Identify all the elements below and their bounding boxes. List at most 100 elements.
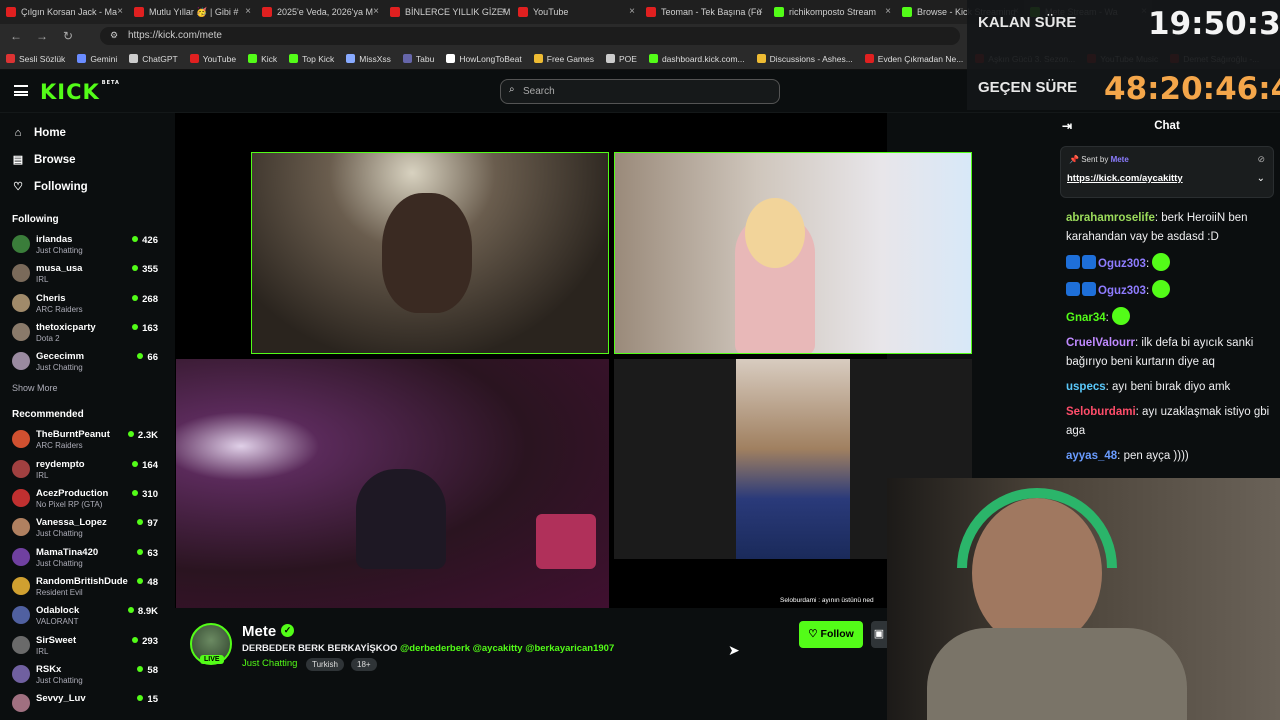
unpin-icon[interactable]: ⊘ [1257, 154, 1265, 165]
channel-item[interactable]: SirSweet IRL 293 [0, 632, 170, 661]
browser-tab[interactable]: Çılgın Korsan Jack - Ma × [0, 0, 128, 24]
tag-18plus[interactable]: 18+ [351, 658, 377, 671]
bookmark-item[interactable]: YouTube [189, 53, 237, 64]
sidebar: ⌂ Home ▤ Browse ♡ Following Following irlanda… [0, 113, 170, 720]
back-icon[interactable]: ← [6, 29, 26, 43]
pinned-message[interactable]: 📌 Sent by Mete ⊘ https://kick.com/aycaki… [1060, 146, 1274, 198]
viewer-count: 2.3K [128, 430, 158, 441]
browser-tab[interactable]: 2025'e Veda, 2026'ya M × [256, 0, 384, 24]
bookmark-item[interactable]: Top Kick [289, 54, 334, 64]
follow-label: Follow [820, 628, 854, 640]
bookmark-label: YouTube [202, 53, 237, 64]
browser-tab[interactable]: richikomposto Stream × [768, 0, 896, 24]
sidebar-item-label: Following [34, 180, 88, 193]
bookmark-item[interactable]: MissXss [346, 54, 391, 64]
bookmark-icon [248, 54, 258, 63]
gift-button[interactable]: ▣ [871, 621, 887, 648]
stream-title-mentions[interactable]: @derbederberk @aycakitty @berkayarican19… [400, 643, 614, 654]
forward-icon[interactable]: → [32, 29, 52, 43]
channel-item[interactable]: Sevvy_Luv 15 [0, 690, 170, 719]
channel-item[interactable]: thetoxicparty Dota 2 163 [0, 319, 170, 348]
close-icon[interactable]: × [629, 6, 635, 17]
channel-avatar [12, 694, 30, 713]
channel-item[interactable]: reydempto IRL 164 [0, 456, 170, 485]
bookmark-item[interactable]: POE [606, 54, 637, 64]
bookmark-label: dashboard.kick.com... [661, 53, 745, 64]
channel-item[interactable]: MamaTina420 Just Chatting 63 [0, 544, 170, 573]
bookmark-item[interactable]: Sesli Sözlük [6, 54, 65, 64]
close-icon[interactable]: × [501, 6, 507, 17]
close-icon[interactable]: × [757, 6, 763, 17]
chat-username[interactable]: CruelValourr [1066, 337, 1135, 349]
channel-item[interactable]: Vanessa_Lopez Just Chatting 97 [0, 514, 170, 543]
video-tile-top-right [614, 152, 972, 354]
chat-message: CruelValourr: ilk defa bi ayıcık sanki b… [1066, 334, 1272, 372]
channel-item[interactable]: Gececimm Just Chatting 66 [0, 348, 170, 377]
browser-tab[interactable]: Teoman - Tek Başına (Fu × [640, 0, 768, 24]
channel-item[interactable]: Cheris ARC Raiders 268 [0, 290, 170, 319]
sidebar-item-label: Browse [34, 153, 76, 166]
kick-logo[interactable]: KICK BETA [40, 80, 120, 104]
chat-username[interactable]: uspecs [1066, 381, 1106, 393]
viewer-count: 97 [137, 518, 158, 529]
bookmark-item[interactable]: Tabu [402, 53, 435, 64]
url-bar[interactable]: ⚙ https://kick.com/mete [100, 27, 960, 45]
bookmark-item[interactable]: Evden Çıkmadan Ne... [864, 54, 963, 64]
browser-tab[interactable]: Mutlu Yıllar 🥳 | Gibi # × [128, 0, 256, 24]
close-icon[interactable]: × [117, 6, 123, 17]
close-icon[interactable]: × [245, 6, 251, 17]
reload-icon[interactable]: ↻ [58, 29, 78, 43]
channel-avatar [12, 459, 30, 478]
bookmark-icon [346, 54, 356, 63]
heart-icon: ♡ [808, 628, 821, 640]
pinned-link[interactable]: https://kick.com/aycakitty [1067, 173, 1183, 184]
stream-info: LIVE Mete ✓ DERBEDER BERK BERKAYİŞKOO @d… [175, 608, 887, 720]
follow-button[interactable]: ♡ Follow [799, 621, 863, 648]
video-player[interactable]: Seloburdami : ayının üstünü ned [175, 113, 972, 608]
browser-tab[interactable]: BİNLERCE YILLIK GİZEM × [384, 0, 512, 24]
bookmark-icon [289, 54, 299, 63]
collapse-chat-icon[interactable]: ⇥ [1062, 113, 1072, 140]
channel-item[interactable]: irlandas Just Chatting 426 [0, 231, 170, 260]
chat-username[interactable]: Oguz303 [1098, 285, 1146, 297]
pinned-user: Mete [1110, 155, 1129, 164]
menu-icon[interactable] [14, 85, 28, 96]
chat-username[interactable]: abrahamroselife [1066, 212, 1155, 224]
search-input[interactable]: ⌕ Search [500, 79, 780, 104]
site-info-icon[interactable]: ⚙ [110, 30, 118, 41]
sidebar-item-browse[interactable]: ▤ Browse [0, 146, 170, 173]
chat-username[interactable]: Gnar34 [1066, 312, 1106, 324]
tab-favicon-icon [774, 7, 784, 17]
channel-item[interactable]: musa_usa IRL 355 [0, 260, 170, 289]
channel-item[interactable]: AcezProduction No Pixel RP (GTA) 310 [0, 485, 170, 514]
channel-item[interactable]: RandomBritishDude Resident Evil 48 [0, 573, 170, 602]
chat-username[interactable]: Oguz303 [1098, 258, 1146, 270]
person-silhouette [382, 193, 472, 313]
bookmark-item[interactable]: Free Games [533, 54, 594, 64]
bookmark-item[interactable]: Kick [248, 54, 277, 64]
stream-category[interactable]: Just Chatting [242, 658, 297, 669]
bookmark-label: Tabu [415, 53, 435, 64]
channel-item[interactable]: Odablock VALORANT 8.9K [0, 602, 170, 631]
chat-message: abrahamroselife: berk HeroiiN ben karaha… [1066, 209, 1272, 247]
chevron-down-icon[interactable]: ⌄ [1257, 173, 1265, 184]
sidebar-item-home[interactable]: ⌂ Home [0, 119, 170, 146]
chat-username[interactable]: ayyas_48 [1066, 450, 1117, 462]
close-icon[interactable]: × [885, 6, 891, 17]
bookmark-item[interactable]: Gemini [77, 54, 117, 64]
close-icon[interactable]: × [373, 6, 379, 17]
sidebar-item-following[interactable]: ♡ Following [0, 173, 170, 200]
channel-item[interactable]: TheBurntPeanut ARC Raiders 2.3K [0, 426, 170, 455]
bookmark-item[interactable]: dashboard.kick.com... [648, 53, 745, 64]
show-more-link[interactable]: Show More [0, 383, 170, 393]
bookmark-item[interactable]: HowLongToBeat [446, 54, 522, 64]
chat-username[interactable]: Seloburdami [1066, 406, 1136, 418]
streamer-name[interactable]: Mete [242, 623, 276, 640]
bookmark-item[interactable]: Discussions - Ashes... [756, 54, 853, 64]
bookmark-item[interactable]: ChatGPT [129, 54, 178, 64]
chat-message: Gnar34: [1066, 307, 1272, 328]
tag-turkish[interactable]: Turkish [306, 658, 344, 671]
bookmark-label: MissXss [359, 53, 391, 64]
channel-item[interactable]: RSKx Just Chatting 58 [0, 661, 170, 690]
browser-tab[interactable]: YouTube × [512, 0, 640, 24]
